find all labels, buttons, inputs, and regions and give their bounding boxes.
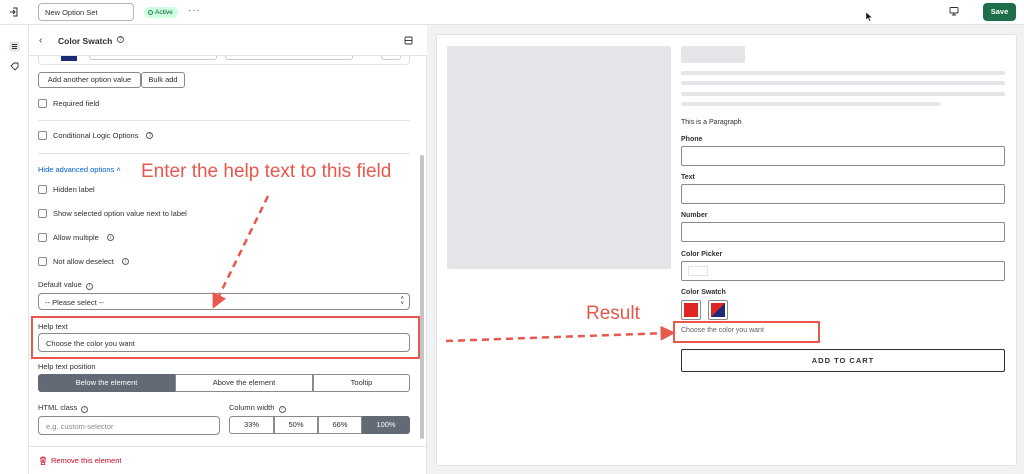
arrow-to-help-field: [212, 195, 270, 309]
arrow-to-result: [445, 325, 676, 343]
annotation-arrows: [212, 195, 676, 343]
